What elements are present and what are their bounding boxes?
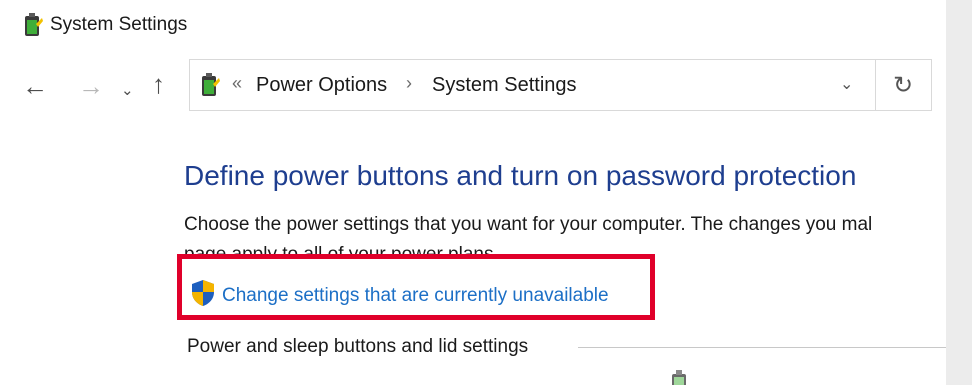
window-title: System Settings [50, 14, 188, 35]
power-options-icon [25, 13, 43, 36]
forward-button[interactable]: → [78, 73, 104, 99]
power-options-icon [202, 73, 220, 96]
recent-locations-dropdown[interactable]: ⌄ [121, 78, 134, 104]
refresh-button[interactable]: ↻ [876, 59, 932, 111]
section-divider [578, 347, 946, 348]
change-settings-link[interactable]: Change settings that are currently unava… [222, 285, 609, 307]
breadcrumb-power-options[interactable]: Power Options [256, 74, 387, 97]
title-bar: System Settings [0, 0, 946, 52]
power-options-icon [672, 370, 686, 385]
breadcrumb-overflow[interactable]: « [232, 73, 242, 94]
section-label: Power and sleep buttons and lid settings [187, 336, 529, 357]
highlight-box: Change settings that are currently unava… [177, 254, 655, 320]
breadcrumb-system-settings[interactable]: System Settings [432, 74, 577, 97]
page-heading: Define power buttons and turn on passwor… [184, 160, 857, 191]
address-bar[interactable]: « Power Options › System Settings ⌄ [189, 59, 876, 111]
refresh-icon: ↻ [893, 72, 914, 99]
description-line-1: Choose the power settings that you want … [184, 214, 873, 235]
back-button[interactable]: ← [22, 73, 48, 99]
control-panel-window: System Settings ← → ⌄ ↑ « Power Options … [0, 0, 946, 385]
breadcrumb-separator[interactable]: › [406, 73, 412, 94]
address-dropdown-button[interactable]: ⌄ [840, 74, 853, 94]
shield-icon [192, 280, 214, 306]
window-edge [946, 0, 972, 385]
up-button[interactable]: ↑ [152, 71, 165, 97]
